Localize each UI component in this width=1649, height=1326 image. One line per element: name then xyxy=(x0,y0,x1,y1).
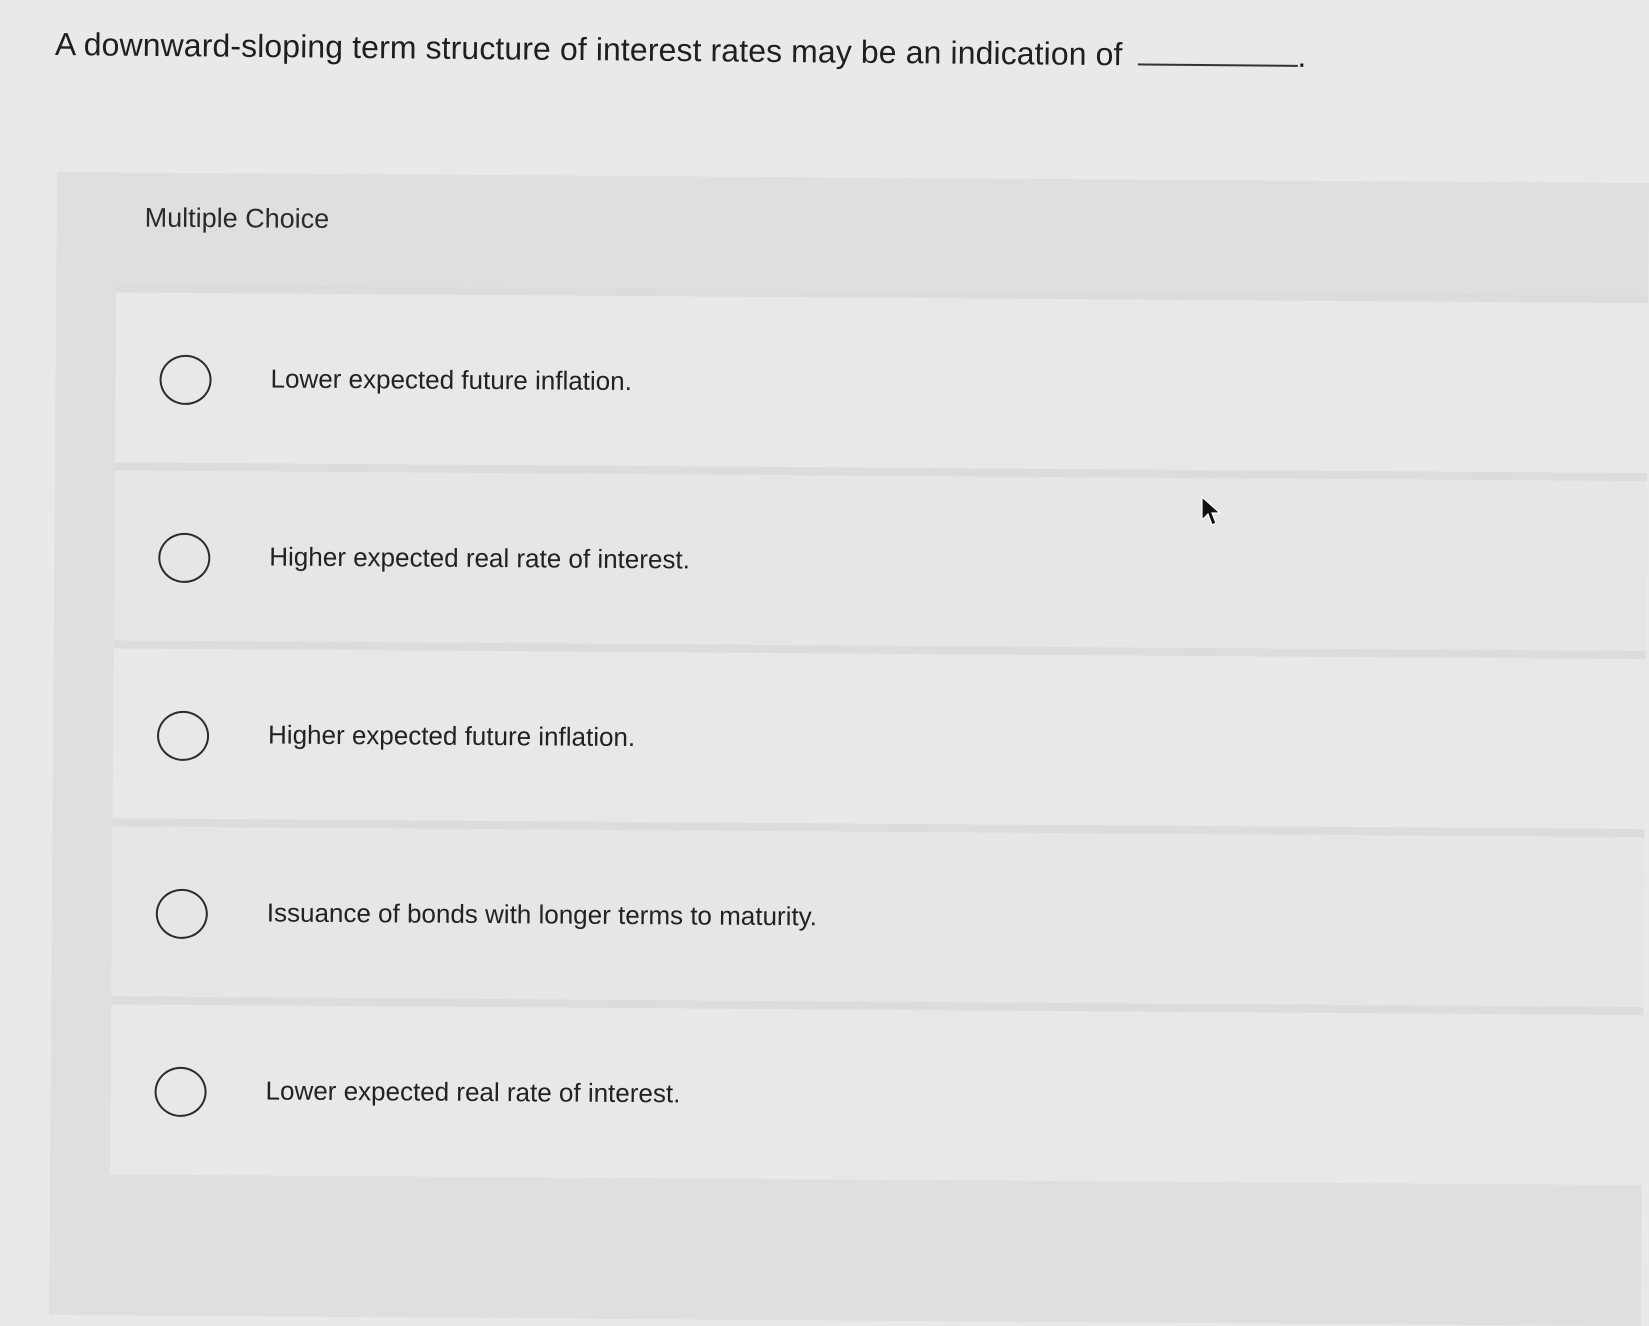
choice-option-2[interactable]: Higher expected real rate of interest. xyxy=(113,462,1647,652)
radio-unselected-icon[interactable] xyxy=(154,1066,207,1118)
choice-label: Lower expected real rate of interest. xyxy=(265,1075,681,1109)
mouse-pointer-icon xyxy=(1201,496,1222,526)
radio-unselected-icon[interactable] xyxy=(156,710,210,762)
radio-unselected-icon[interactable] xyxy=(159,354,212,406)
choice-option-3[interactable]: Higher expected future inflation. xyxy=(112,640,1646,830)
question-end-punctuation: . xyxy=(1297,37,1307,75)
choice-option-5[interactable]: Lower expected real rate of interest. xyxy=(110,996,1644,1186)
choice-option-1[interactable]: Lower expected future inflation. xyxy=(114,284,1649,474)
choice-label: Lower expected future inflation. xyxy=(270,363,633,397)
multiple-choice-panel: Multiple Choice Lower expected future in… xyxy=(49,172,1649,1326)
radio-unselected-icon[interactable] xyxy=(158,532,211,584)
choice-option-4[interactable]: Issuance of bonds with longer terms to m… xyxy=(111,818,1645,1008)
choice-label: Higher expected future inflation. xyxy=(267,719,636,753)
choice-label: Higher expected real rate of interest. xyxy=(269,541,690,575)
answer-blank xyxy=(1137,39,1298,67)
question-stem: A downward-sloping term structure of int… xyxy=(54,26,1123,73)
question-text: A downward-sloping term structure of int… xyxy=(55,26,1307,75)
choice-label: Issuance of bonds with longer terms to m… xyxy=(266,897,818,932)
panel-title: Multiple Choice xyxy=(144,202,330,234)
choice-list: Lower expected future inflation. Higher … xyxy=(110,284,1649,1186)
radio-unselected-icon[interactable] xyxy=(155,888,208,940)
